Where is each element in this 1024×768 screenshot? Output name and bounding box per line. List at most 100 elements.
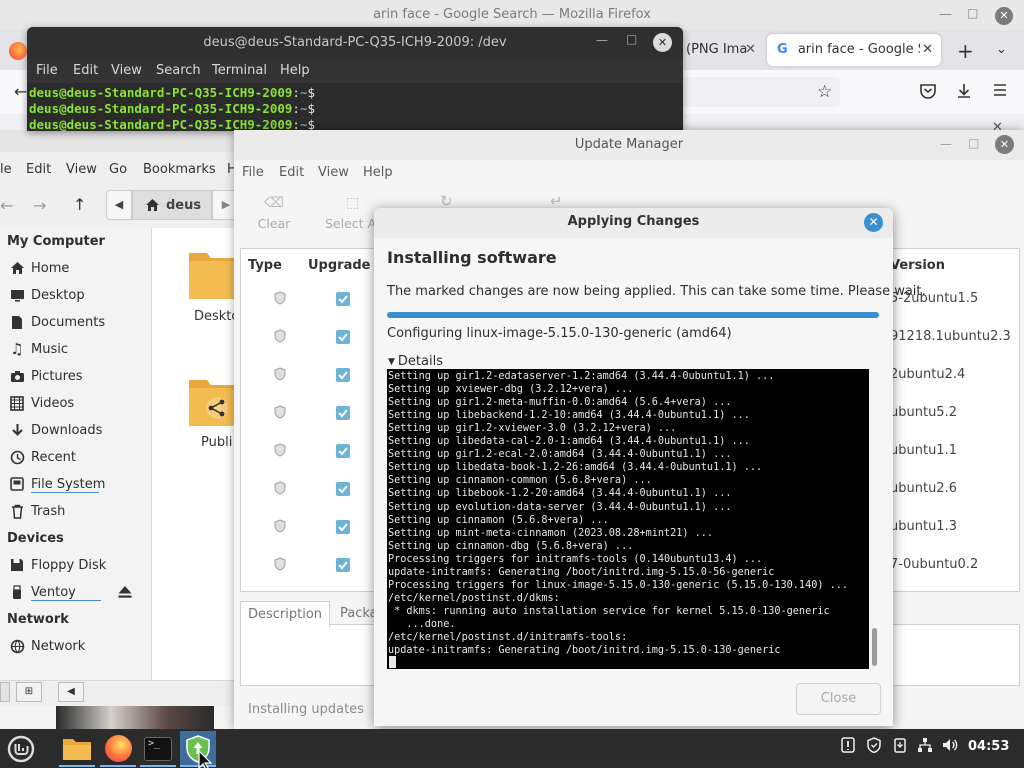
bookmark-star-icon[interactable]: ☆ bbox=[817, 82, 832, 102]
menu-edit[interactable]: Edit bbox=[26, 162, 51, 177]
public-folder-icon[interactable] bbox=[189, 374, 239, 426]
sidebar-item-music[interactable]: ♫ Music bbox=[9, 339, 68, 359]
firefox-active-indicator bbox=[100, 765, 136, 767]
menu-go[interactable]: Go bbox=[109, 162, 127, 177]
sidebar-item-trash[interactable]: Trash bbox=[9, 501, 65, 521]
minimize-icon[interactable]: — bbox=[939, 7, 952, 22]
back-icon[interactable]: ← bbox=[0, 196, 13, 215]
menu-terminal[interactable]: Terminal bbox=[212, 63, 267, 78]
file-label[interactable]: Deskto bbox=[194, 309, 239, 324]
security-shield-icon bbox=[274, 291, 286, 305]
menu-help[interactable]: Help bbox=[280, 63, 310, 78]
sidebar-item-home[interactable]: Home bbox=[9, 258, 69, 278]
update-notification-icon[interactable] bbox=[840, 737, 856, 753]
tab-png-image[interactable]: (PNG Ima ✕ bbox=[676, 34, 762, 66]
sidebar-item-pictures[interactable]: Pictures bbox=[9, 366, 82, 386]
terminal-icon[interactable]: >_ bbox=[140, 731, 176, 766]
maximize-icon[interactable]: □ bbox=[626, 32, 637, 46]
tab-packages[interactable]: Packa bbox=[330, 601, 380, 627]
eject-icon[interactable] bbox=[117, 585, 133, 599]
firefox-icon[interactable] bbox=[100, 731, 136, 766]
close-button[interactable]: Close bbox=[796, 683, 881, 715]
upgrade-checkbox[interactable] bbox=[336, 482, 350, 496]
log-scrollbar[interactable] bbox=[872, 628, 877, 666]
dialog-close-icon[interactable]: ✕ bbox=[864, 213, 883, 232]
hide-sidebar-button[interactable]: ◀ bbox=[58, 682, 84, 702]
menu-edit[interactable]: Edit bbox=[279, 165, 304, 180]
sidebar-item-downloads[interactable]: Downloads bbox=[9, 420, 102, 440]
menu-file[interactable]: File bbox=[36, 63, 58, 78]
security-shield-icon bbox=[274, 329, 286, 343]
upgrade-checkbox[interactable] bbox=[336, 444, 350, 458]
upgrade-checkbox[interactable] bbox=[336, 558, 350, 572]
log-line: Setting up libedata-cal-2.0-1:amd64 (3.4… bbox=[388, 436, 750, 448]
column-version[interactable]: Version bbox=[890, 258, 945, 273]
back-icon[interactable]: ← bbox=[14, 82, 27, 101]
close-icon[interactable]: ✕ bbox=[995, 135, 1014, 154]
pocket-icon[interactable] bbox=[919, 83, 937, 99]
sidebar-toggle-button[interactable] bbox=[0, 682, 10, 702]
files-icon[interactable] bbox=[59, 731, 95, 766]
progress-bar-fill bbox=[387, 312, 879, 318]
sidebar-item-desktop[interactable]: Desktop bbox=[9, 285, 85, 305]
menu-icon[interactable] bbox=[3, 731, 39, 766]
clipboard-icon[interactable] bbox=[892, 737, 908, 753]
close-icon[interactable]: ✕ bbox=[995, 7, 1013, 25]
menu-file[interactable]: File bbox=[242, 165, 264, 180]
folder-icon[interactable] bbox=[189, 247, 239, 299]
menu-search[interactable]: Search bbox=[156, 63, 201, 78]
video-icon bbox=[9, 395, 25, 411]
column-upgrade[interactable]: Upgrade bbox=[308, 258, 370, 273]
upgrade-checkbox[interactable] bbox=[336, 520, 350, 534]
tab-close-icon[interactable]: ✕ bbox=[745, 34, 756, 66]
menu-help[interactable]: Help bbox=[363, 165, 393, 180]
menu-bookmarks[interactable]: Bookmarks bbox=[143, 162, 216, 177]
minimize-icon[interactable]: — bbox=[596, 33, 608, 47]
sidebar-item-label: Network bbox=[31, 638, 86, 654]
network-tray-icon[interactable] bbox=[917, 737, 933, 753]
menu-file[interactable]: le bbox=[0, 162, 12, 177]
terminal-prompt-line: deus@deus-Standard-PC-Q35-ICH9-2009:~$ bbox=[29, 101, 315, 116]
security-shield-icon bbox=[274, 367, 286, 381]
sidebar-item-videos[interactable]: Videos bbox=[9, 393, 74, 413]
file-label[interactable]: Publi bbox=[201, 435, 232, 450]
maximize-icon[interactable]: □ bbox=[968, 136, 979, 150]
sidebar-item-network[interactable]: Network bbox=[9, 636, 85, 656]
upgrade-checkbox[interactable] bbox=[336, 406, 350, 420]
upgrade-checkbox[interactable] bbox=[336, 368, 350, 382]
security-shield-icon bbox=[274, 519, 286, 533]
path-previous-button[interactable]: ◀ bbox=[106, 190, 132, 220]
column-type[interactable]: Type bbox=[248, 258, 282, 273]
details-expander[interactable]: ▼ Details bbox=[388, 354, 443, 369]
upgrade-checkbox[interactable] bbox=[336, 330, 350, 344]
new-tab-icon[interactable]: + bbox=[957, 39, 974, 63]
hamburger-menu-icon[interactable] bbox=[992, 82, 1008, 98]
menu-edit[interactable]: Edit bbox=[73, 63, 98, 78]
upgrade-checkbox[interactable] bbox=[336, 292, 350, 306]
tab-close-icon[interactable]: ✕ bbox=[920, 34, 933, 66]
tab-description[interactable]: Description bbox=[240, 601, 330, 627]
tree-view-button[interactable]: ⊞ bbox=[16, 682, 42, 702]
sidebar-item-recent[interactable]: Recent bbox=[9, 447, 76, 467]
log-line: update-initramfs: Generating /boot/initr… bbox=[388, 566, 775, 578]
sidebar-item-ventoy[interactable]: Ventoy bbox=[9, 582, 76, 602]
volume-icon[interactable] bbox=[942, 737, 958, 753]
minimize-icon[interactable]: — bbox=[940, 137, 952, 151]
shield-icon[interactable] bbox=[866, 737, 882, 753]
up-icon[interactable]: ↑ bbox=[73, 195, 86, 214]
sidebar-item-documents[interactable]: Documents bbox=[9, 312, 105, 332]
path-button-home[interactable]: deus bbox=[132, 190, 212, 220]
sidebar-item-file-system[interactable]: File System bbox=[9, 474, 105, 494]
menu-view[interactable]: View bbox=[66, 162, 97, 177]
tab-google-search[interactable]: G arin face - Google Se ✕ bbox=[767, 34, 941, 66]
chevron-down-icon[interactable]: ⌄ bbox=[996, 42, 1007, 57]
downloads-icon[interactable] bbox=[955, 82, 973, 100]
maximize-icon[interactable]: □ bbox=[967, 6, 978, 20]
close-icon[interactable]: ✕ bbox=[653, 33, 672, 52]
menu-view[interactable]: View bbox=[318, 165, 349, 180]
clock[interactable]: 04:53 bbox=[968, 739, 1009, 754]
clear-button[interactable]: ⌫ Clear bbox=[239, 195, 309, 231]
sidebar-item-floppy-disk[interactable]: Floppy Disk bbox=[9, 555, 106, 575]
menu-view[interactable]: View bbox=[111, 63, 142, 78]
forward-icon[interactable]: → bbox=[33, 196, 46, 215]
